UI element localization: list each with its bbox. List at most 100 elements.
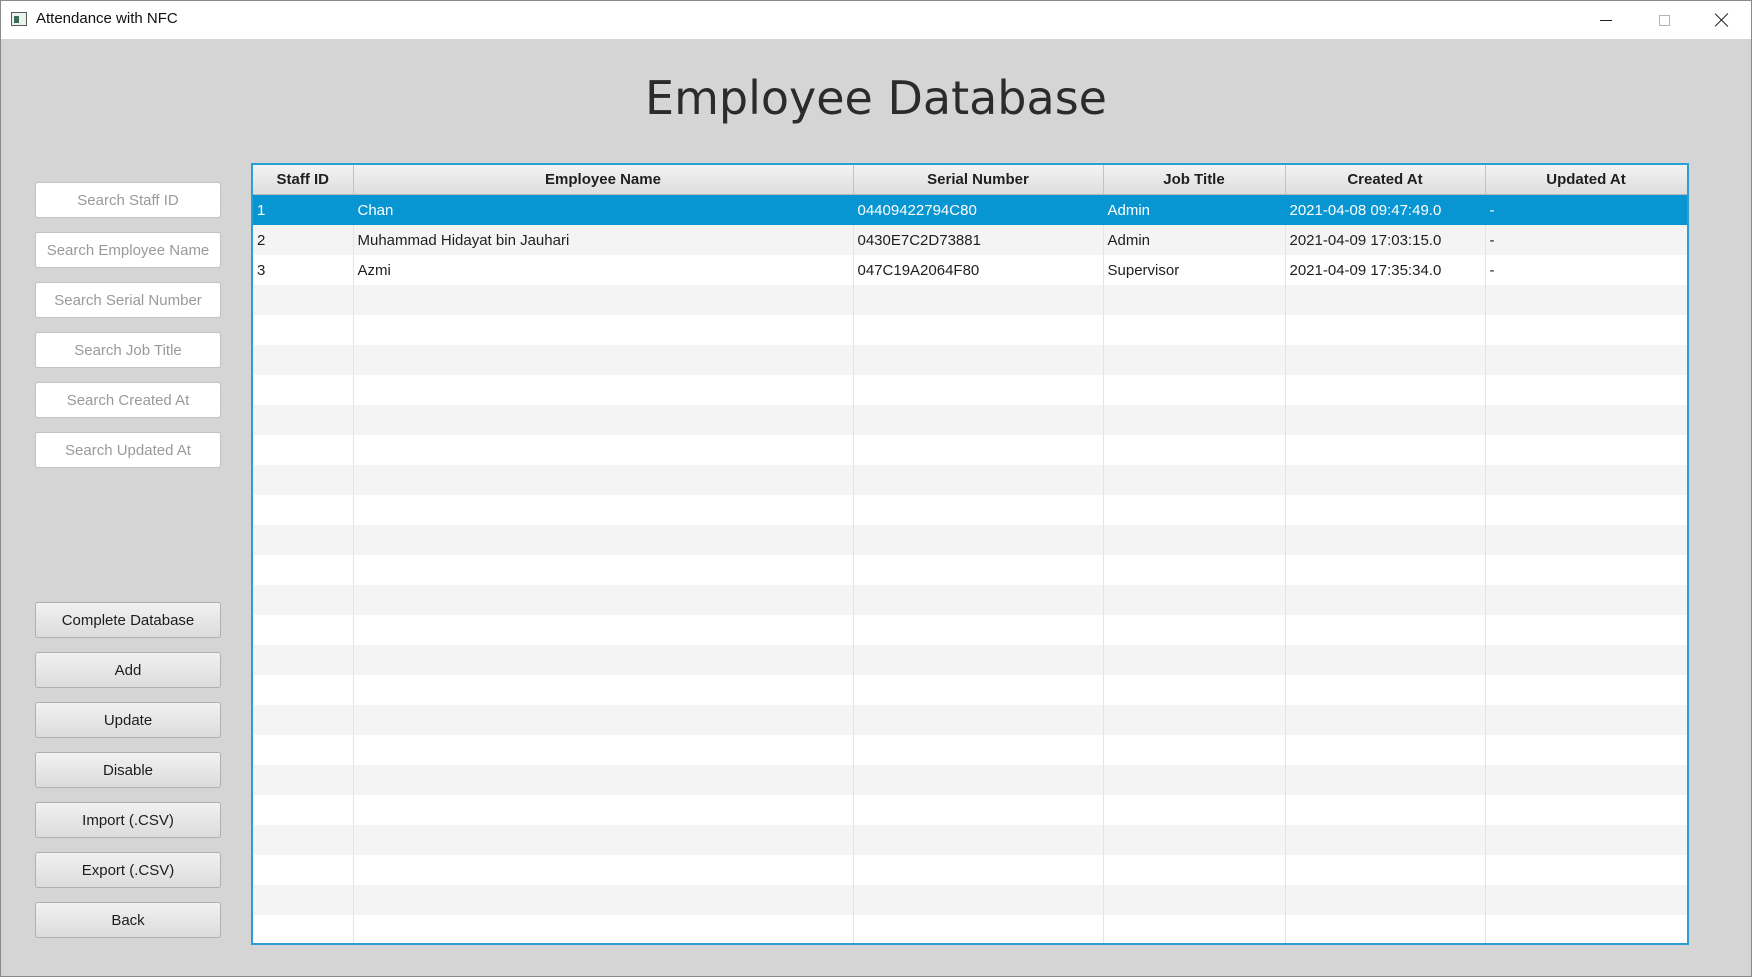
page-title: Employee Database xyxy=(645,71,1107,125)
cell-created-at xyxy=(1285,825,1486,855)
cell-created-at xyxy=(1285,735,1486,765)
empty-table-row xyxy=(253,495,1687,525)
cell-serial-number xyxy=(853,735,1104,765)
search-updated-at-input[interactable] xyxy=(35,432,221,468)
cell-created-at xyxy=(1285,675,1486,705)
window-title: Attendance with NFC xyxy=(36,10,178,27)
column-header-created-at[interactable]: Created At xyxy=(1285,165,1486,195)
cell-employee-name xyxy=(353,885,854,915)
cell-serial-number xyxy=(853,345,1104,375)
cell-employee-name xyxy=(353,555,854,585)
cell-created-at xyxy=(1285,555,1486,585)
column-header-employee-name[interactable]: Employee Name xyxy=(353,165,854,195)
export-csv-button[interactable]: Export (.CSV) xyxy=(35,852,221,888)
empty-table-row xyxy=(253,855,1687,885)
cell-employee-name: Muhammad Hidayat bin Jauhari xyxy=(353,225,854,255)
cell-created-at xyxy=(1285,375,1486,405)
column-header-updated-at[interactable]: Updated At xyxy=(1485,165,1687,195)
cell-staff-id xyxy=(253,915,354,943)
table-row[interactable]: 1 Chan 04409422794C80 Admin 2021-04-08 09:47… xyxy=(253,194,1687,225)
cell-staff-id xyxy=(253,345,354,375)
cell-staff-id xyxy=(253,735,354,765)
table-row[interactable]: 3 Azmi 047C19A2064F80 Supervisor 2021-04-09 … xyxy=(253,255,1687,285)
table-header-row: Staff ID Employee Name Serial Number Job… xyxy=(253,165,1687,195)
complete-database-button[interactable]: Complete Database xyxy=(35,602,221,638)
close-button[interactable] xyxy=(1693,1,1751,39)
cell-employee-name xyxy=(353,915,854,943)
cell-job-title xyxy=(1103,555,1286,585)
cell-created-at xyxy=(1285,915,1486,943)
search-staff-id-input[interactable] xyxy=(35,182,221,218)
search-job-title-input[interactable] xyxy=(35,332,221,368)
empty-table-row xyxy=(253,435,1687,465)
cell-job-title xyxy=(1103,405,1286,435)
cell-serial-number xyxy=(853,405,1104,435)
table-row[interactable]: 2 Muhammad Hidayat bin Jauhari 0430E7C2D73… xyxy=(253,225,1687,255)
cell-serial-number xyxy=(853,285,1104,315)
cell-serial-number xyxy=(853,525,1104,555)
cell-staff-id: 1 xyxy=(253,194,354,225)
cell-created-at xyxy=(1285,315,1486,345)
cell-job-title xyxy=(1103,435,1286,465)
add-button[interactable]: Add xyxy=(35,652,221,688)
cell-updated-at xyxy=(1485,375,1687,405)
cell-job-title xyxy=(1103,375,1286,405)
cell-updated-at xyxy=(1485,825,1687,855)
cell-employee-name xyxy=(353,525,854,555)
cell-serial-number xyxy=(853,705,1104,735)
column-header-staff-id[interactable]: Staff ID xyxy=(253,165,354,195)
cell-staff-id xyxy=(253,495,354,525)
search-created-at-input[interactable] xyxy=(35,382,221,418)
cell-job-title xyxy=(1103,825,1286,855)
search-serial-number-input[interactable] xyxy=(35,282,221,318)
cell-serial-number: 047C19A2064F80 xyxy=(853,255,1104,285)
maximize-button[interactable] xyxy=(1635,1,1693,39)
column-header-job-title[interactable]: Job Title xyxy=(1103,165,1286,195)
update-button[interactable]: Update xyxy=(35,702,221,738)
cell-updated-at xyxy=(1485,675,1687,705)
minimize-icon xyxy=(1600,19,1612,21)
cell-serial-number xyxy=(853,615,1104,645)
cell-staff-id xyxy=(253,375,354,405)
cell-employee-name xyxy=(353,675,854,705)
empty-table-row xyxy=(253,735,1687,765)
import-csv-button[interactable]: Import (.CSV) xyxy=(35,802,221,838)
empty-table-row xyxy=(253,465,1687,495)
employee-grid: Staff ID Employee Name Serial Number Job… xyxy=(253,165,1687,943)
empty-table-row xyxy=(253,525,1687,555)
cell-created-at xyxy=(1285,585,1486,615)
minimize-button[interactable] xyxy=(1577,1,1635,39)
cell-created-at xyxy=(1285,435,1486,465)
cell-staff-id: 3 xyxy=(253,255,354,285)
cell-job-title xyxy=(1103,345,1286,375)
cell-created-at xyxy=(1285,495,1486,525)
empty-table-row xyxy=(253,375,1687,405)
app-window: Attendance with NFC Employee Database Co… xyxy=(0,0,1752,977)
cell-staff-id xyxy=(253,825,354,855)
cell-updated-at xyxy=(1485,435,1687,465)
cell-created-at xyxy=(1285,465,1486,495)
cell-employee-name xyxy=(353,735,854,765)
search-employee-name-input[interactable] xyxy=(35,232,221,268)
cell-employee-name xyxy=(353,585,854,615)
cell-serial-number xyxy=(853,765,1104,795)
title-bar: Attendance with NFC xyxy=(1,1,1751,39)
cell-job-title: Admin xyxy=(1103,225,1286,255)
empty-table-row xyxy=(253,825,1687,855)
employee-table[interactable]: Staff ID Employee Name Serial Number Job… xyxy=(251,163,1689,945)
cell-employee-name xyxy=(353,285,854,315)
cell-serial-number xyxy=(853,495,1104,525)
cell-created-at xyxy=(1285,705,1486,735)
back-button[interactable]: Back xyxy=(35,902,221,938)
empty-table-row xyxy=(253,585,1687,615)
cell-created-at xyxy=(1285,345,1486,375)
cell-serial-number xyxy=(853,675,1104,705)
empty-table-row xyxy=(253,405,1687,435)
disable-button[interactable]: Disable xyxy=(35,752,221,788)
cell-updated-at xyxy=(1485,915,1687,943)
cell-created-at: 2021-04-09 17:03:15.0 xyxy=(1285,225,1486,255)
cell-employee-name xyxy=(353,795,854,825)
cell-job-title xyxy=(1103,645,1286,675)
cell-job-title: Supervisor xyxy=(1103,255,1286,285)
column-header-serial-number[interactable]: Serial Number xyxy=(853,165,1104,195)
